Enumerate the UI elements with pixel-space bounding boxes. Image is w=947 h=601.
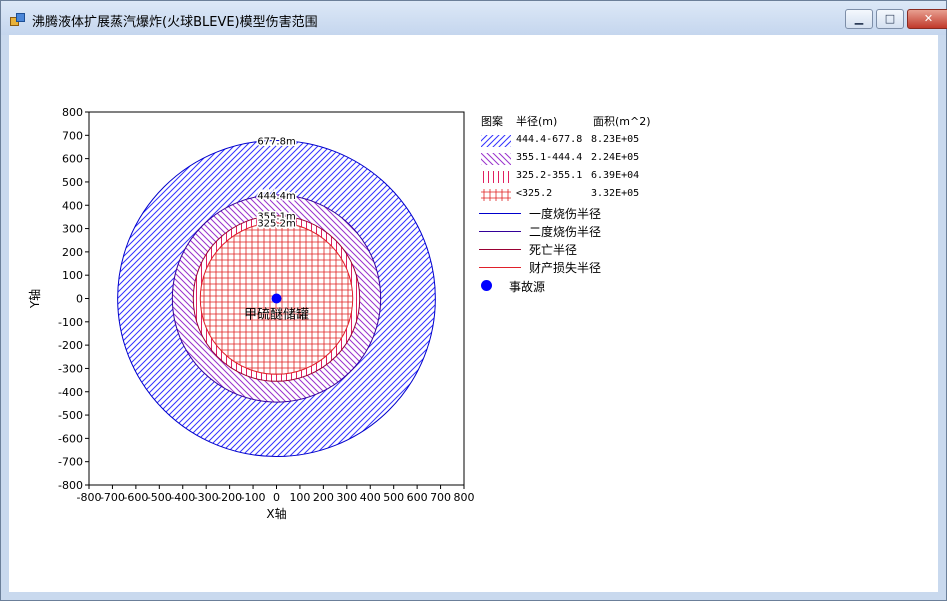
cross-hatch-swatch bbox=[481, 189, 511, 201]
radius-label: 325.2m bbox=[257, 219, 295, 230]
damage-range-chart: 677.8m444.4m355.1m325.2m8007006005004003… bbox=[27, 106, 475, 521]
x-tick-label: -600 bbox=[123, 491, 148, 504]
x-tick-label: 700 bbox=[430, 491, 451, 504]
source-label: 甲硫醚储罐 bbox=[244, 308, 309, 323]
legend-line-swatch bbox=[479, 213, 521, 214]
diagonal-hatch-swatch bbox=[481, 135, 511, 147]
legend-line-label: 死亡半径 bbox=[529, 243, 578, 257]
x-tick-label: 400 bbox=[360, 491, 381, 504]
y-tick-label: -200 bbox=[58, 339, 83, 352]
title-bar[interactable]: 沸腾液体扩展蒸汽爆炸(火球BLEVE)模型伤害范围 ▁ □ ✕ bbox=[1, 1, 947, 35]
legend-header-radius: 半径(m) bbox=[516, 115, 558, 128]
legend-row-second-degree: 355.1-444.4 2.24E+05 bbox=[479, 151, 719, 167]
x-axis-label: X轴 bbox=[266, 506, 286, 521]
minimize-button[interactable]: ▁ bbox=[845, 9, 873, 29]
window-title: 沸腾液体扩展蒸汽爆炸(火球BLEVE)模型伤害范围 bbox=[32, 15, 318, 30]
x-tick-label: -400 bbox=[170, 491, 195, 504]
y-tick-label: 400 bbox=[62, 199, 83, 212]
back-diagonal-hatch-swatch bbox=[481, 153, 511, 165]
legend-header-area: 面积(m^2) bbox=[593, 115, 651, 128]
legend-row-death: 325.2-355.1 6.39E+04 bbox=[479, 169, 719, 185]
y-tick-label: -400 bbox=[58, 386, 83, 399]
x-tick-label: -200 bbox=[217, 491, 242, 504]
close-icon: ✕ bbox=[923, 12, 934, 25]
legend-area: 6.39E+04 bbox=[591, 170, 640, 181]
x-tick-label: -500 bbox=[147, 491, 172, 504]
app-icon bbox=[10, 13, 25, 26]
legend-line-swatch bbox=[479, 249, 521, 250]
y-axis-label: Y轴 bbox=[27, 289, 42, 309]
y-tick-label: -700 bbox=[58, 456, 83, 469]
legend-source-label: 事故源 bbox=[509, 280, 546, 294]
legend-range: 355.1-444.4 bbox=[516, 152, 583, 163]
maximize-button[interactable]: □ bbox=[876, 9, 904, 29]
y-tick-label: 800 bbox=[62, 106, 83, 119]
y-tick-label: -500 bbox=[58, 409, 83, 422]
x-tick-label: -100 bbox=[241, 491, 266, 504]
legend-line-swatch bbox=[479, 267, 521, 268]
x-tick-label: 0 bbox=[273, 491, 280, 504]
legend-line-label: 一度烧伤半径 bbox=[529, 207, 602, 221]
radius-label: 677.8m bbox=[257, 136, 295, 147]
legend-range: 325.2-355.1 bbox=[516, 170, 583, 181]
source-dot-icon bbox=[481, 280, 492, 291]
x-tick-label: -700 bbox=[100, 491, 125, 504]
y-tick-label: 700 bbox=[62, 129, 83, 142]
legend-area: 8.23E+05 bbox=[591, 134, 640, 145]
legend-range: <325.2 bbox=[516, 188, 553, 199]
x-tick-label: -300 bbox=[194, 491, 219, 504]
x-tick-label: 300 bbox=[336, 491, 357, 504]
legend-line-label: 财产损失半径 bbox=[529, 261, 602, 275]
x-tick-label: -800 bbox=[77, 491, 102, 504]
y-tick-label: 600 bbox=[62, 153, 83, 166]
y-tick-label: -600 bbox=[58, 432, 83, 445]
legend-range: 444.4-677.8 bbox=[516, 134, 583, 145]
y-tick-label: 200 bbox=[62, 246, 83, 259]
legend-header-pattern: 图案 bbox=[481, 115, 503, 128]
legend-line-label: 二度烧伤半径 bbox=[529, 225, 602, 239]
y-tick-label: 300 bbox=[62, 223, 83, 236]
legend-line-first-degree: 一度烧伤半径 bbox=[479, 205, 719, 221]
minimize-icon: ▁ bbox=[854, 12, 864, 25]
y-tick-label: 100 bbox=[62, 269, 83, 282]
legend-line-swatch bbox=[479, 231, 521, 232]
legend-line-second-degree: 二度烧伤半径 bbox=[479, 223, 719, 239]
legend-row-property: <325.2 3.32E+05 bbox=[479, 187, 719, 203]
y-tick-label: 500 bbox=[62, 176, 83, 189]
radius-label: 444.4m bbox=[257, 191, 295, 202]
legend-area: 3.32E+05 bbox=[591, 188, 640, 199]
legend: 图案 半径(m) 面积(m^2) 444.4-677.8 8.23E+05 35… bbox=[479, 113, 719, 303]
x-tick-label: 800 bbox=[454, 491, 475, 504]
main-window: 沸腾液体扩展蒸汽爆炸(火球BLEVE)模型伤害范围 ▁ □ ✕ 677.8m 4… bbox=[0, 0, 947, 601]
legend-row-first-degree: 444.4-677.8 8.23E+05 bbox=[479, 133, 719, 149]
accident-source-point bbox=[271, 293, 282, 304]
legend-area: 2.24E+05 bbox=[591, 152, 640, 163]
vertical-hatch-swatch bbox=[481, 171, 511, 183]
client-area: 677.8m 444.4m 355.1m 325.2m 800 700 600 500 400 3… bbox=[9, 35, 938, 592]
maximize-icon: □ bbox=[884, 12, 896, 25]
legend-line-property: 财产损失半径 bbox=[479, 259, 719, 275]
legend-source: 事故源 bbox=[479, 278, 719, 294]
x-tick-label: 600 bbox=[407, 491, 428, 504]
legend-line-death: 死亡半径 bbox=[479, 241, 719, 257]
x-tick-label: 500 bbox=[383, 491, 404, 504]
y-tick-label: 0 bbox=[76, 293, 83, 306]
x-tick-label: 200 bbox=[313, 491, 334, 504]
y-tick-label: -300 bbox=[58, 362, 83, 375]
x-tick-label: 100 bbox=[289, 491, 310, 504]
y-tick-label: -100 bbox=[58, 316, 83, 329]
close-button[interactable]: ✕ bbox=[907, 9, 947, 29]
